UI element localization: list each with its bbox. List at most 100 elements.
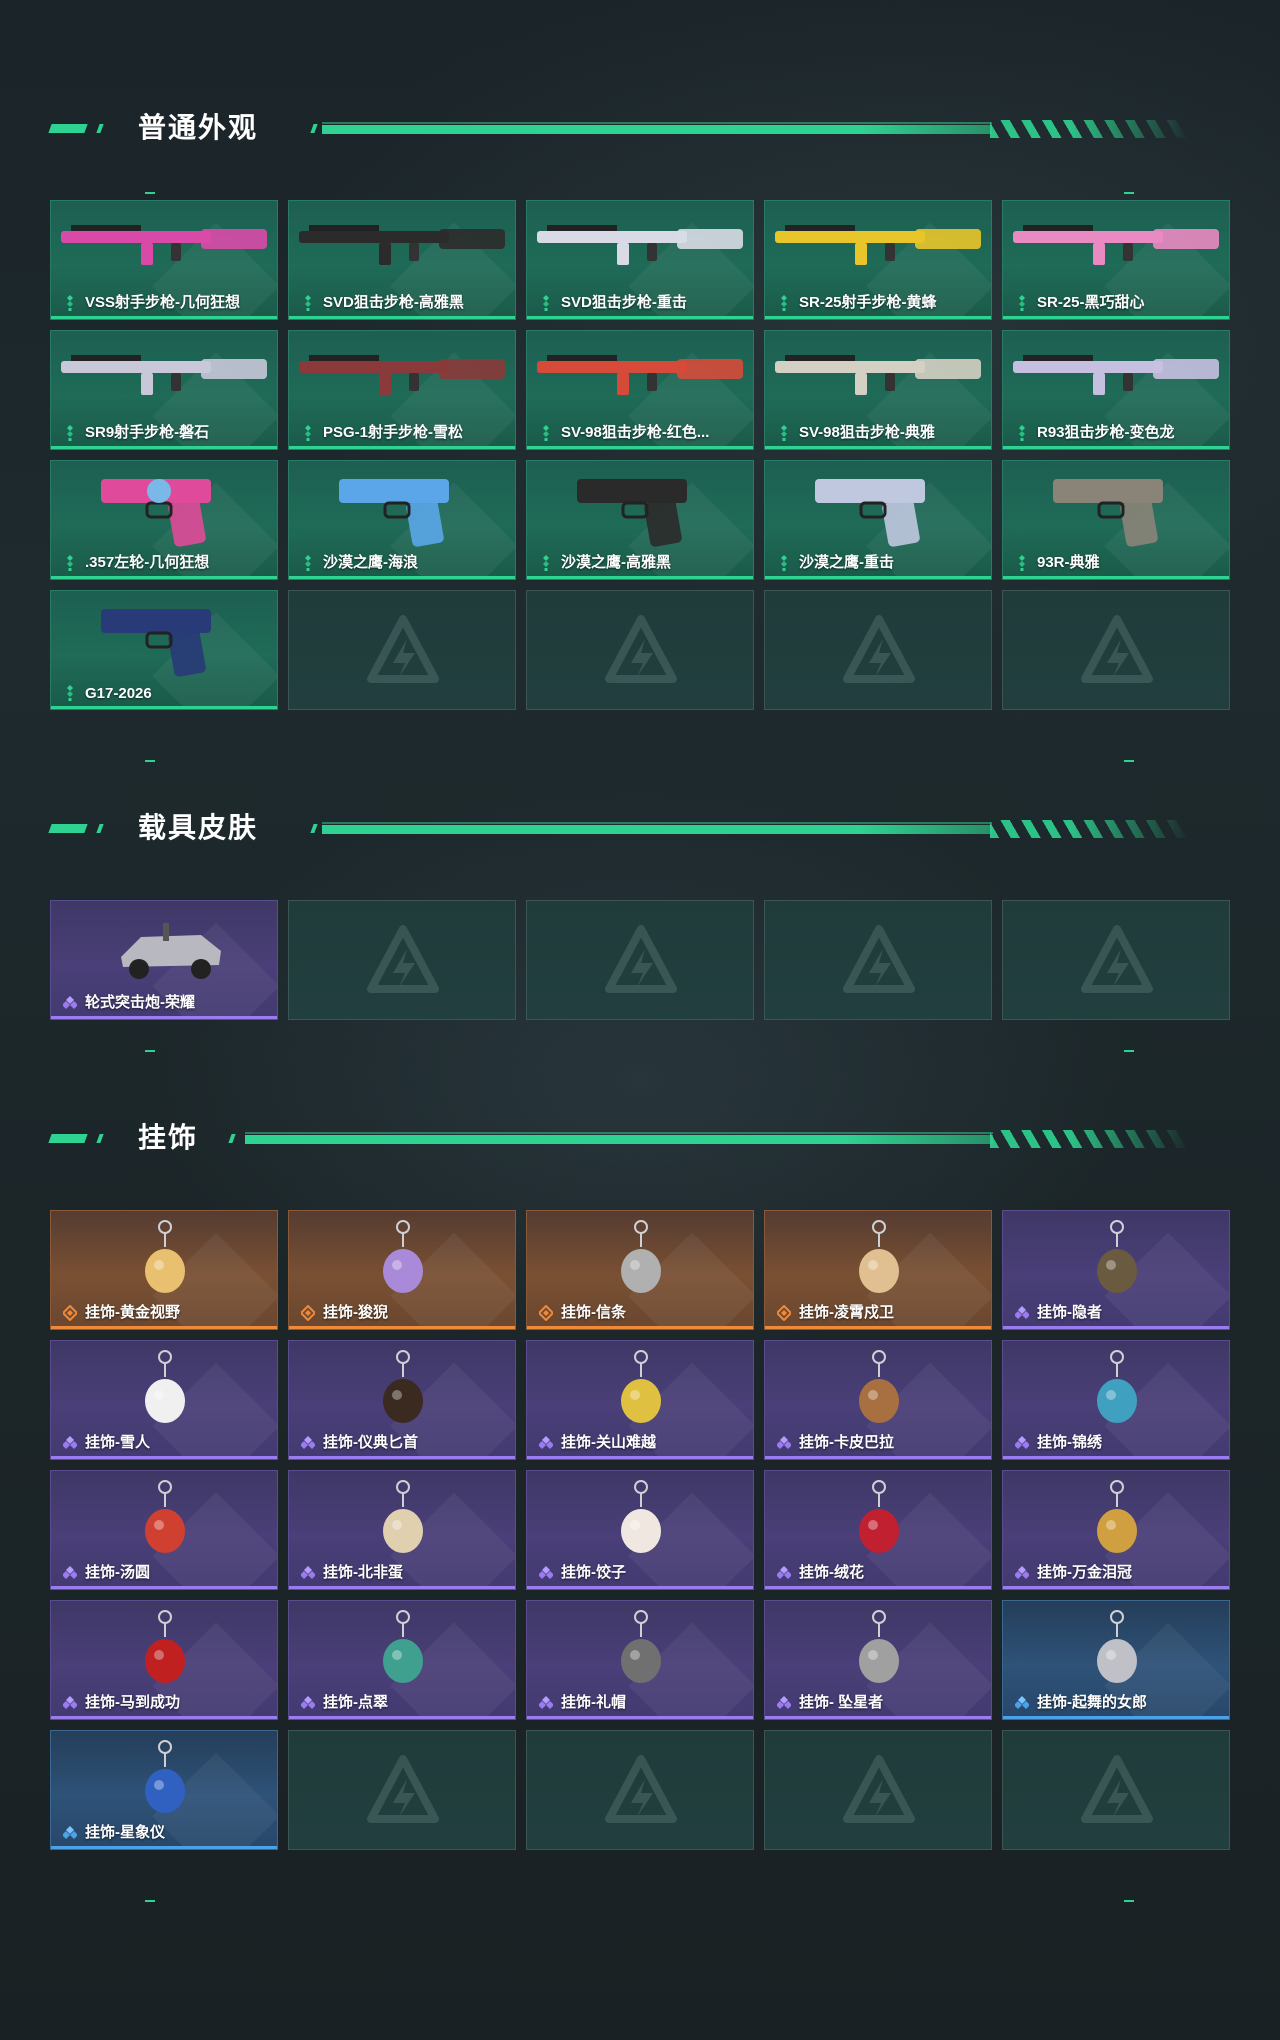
- purple-rarity-icon: [301, 1566, 315, 1579]
- green-rarity-icon: [1019, 425, 1025, 441]
- placeholder-logo-icon: [1081, 615, 1153, 683]
- item-card[interactable]: 挂饰-星象仪: [50, 1730, 278, 1850]
- purple-rarity-icon: [1015, 1566, 1029, 1579]
- item-card[interactable]: 挂饰-锦绣: [1002, 1340, 1230, 1460]
- item-card[interactable]: SV-98狙击步枪-红色...: [526, 330, 754, 450]
- item-card[interactable]: G17-2026: [50, 590, 278, 710]
- header-tick-decoration: [310, 124, 318, 133]
- purple-rarity-icon: [63, 1566, 77, 1579]
- charm-icon: [145, 1740, 185, 1813]
- rifle-icon: [299, 225, 505, 265]
- rarity-bar: [51, 1016, 277, 1019]
- item-card[interactable]: 挂饰-信条: [526, 1210, 754, 1330]
- item-label: 挂饰-饺子: [561, 1564, 626, 1581]
- item-card[interactable]: 轮式突击炮-荣耀: [50, 900, 278, 1020]
- item-label: 93R-典雅: [1037, 554, 1100, 571]
- item-card[interactable]: 挂饰-黄金视野: [50, 1210, 278, 1330]
- item-card[interactable]: SR-25-黑巧甜心: [1002, 200, 1230, 320]
- item-card[interactable]: 挂饰-万金泪冠: [1002, 1470, 1230, 1590]
- charm-icon: [621, 1220, 661, 1293]
- rarity-bar: [527, 446, 753, 449]
- item-card[interactable]: PSG-1射手步枪-雪松: [288, 330, 516, 450]
- charm-icon: [145, 1480, 185, 1553]
- item-card[interactable]: 挂饰-点翠: [288, 1600, 516, 1720]
- purple-rarity-icon: [777, 1566, 791, 1579]
- purple-rarity-icon: [539, 1566, 553, 1579]
- green-rarity-icon: [305, 555, 311, 571]
- item-card[interactable]: SV-98狙击步枪-典雅: [764, 330, 992, 450]
- rarity-bar: [765, 316, 991, 319]
- rifle-icon: [1013, 225, 1219, 265]
- item-card[interactable]: 挂饰- 坠星者: [764, 1600, 992, 1720]
- rarity-bar: [1003, 316, 1229, 319]
- section-title: 普通外观: [138, 112, 259, 143]
- header-dash-decoration: [48, 1134, 88, 1143]
- item-card[interactable]: 挂饰-雪人: [50, 1340, 278, 1460]
- item-label: 挂饰-马到成功: [85, 1694, 180, 1711]
- empty-slot: [764, 900, 992, 1020]
- rarity-bar: [51, 1456, 277, 1459]
- rarity-bar: [289, 1716, 515, 1719]
- pistol-icon: [815, 479, 925, 547]
- empty-slot: [1002, 900, 1230, 1020]
- placeholder-logo-icon: [1081, 925, 1153, 993]
- header-tick-decoration: [228, 1134, 236, 1143]
- charm-icon: [859, 1610, 899, 1683]
- item-card[interactable]: .357左轮-几何狂想: [50, 460, 278, 580]
- rarity-bar: [289, 1456, 515, 1459]
- item-card[interactable]: 挂饰-凌霄戍卫: [764, 1210, 992, 1330]
- item-card[interactable]: R93狙击步枪-变色龙: [1002, 330, 1230, 450]
- green-rarity-icon: [305, 425, 311, 441]
- placeholder-logo-icon: [367, 925, 439, 993]
- item-grid: 轮式突击炮-荣耀: [50, 900, 1230, 1020]
- item-card[interactable]: 沙漠之鹰-重击: [764, 460, 992, 580]
- item-label: G17-2026: [85, 685, 152, 702]
- item-card[interactable]: 挂饰-马到成功: [50, 1600, 278, 1720]
- item-label: .357左轮-几何狂想: [85, 554, 210, 571]
- item-card[interactable]: 挂饰-隐者: [1002, 1210, 1230, 1330]
- purple-rarity-icon: [777, 1696, 791, 1709]
- rarity-bar: [1003, 1586, 1229, 1589]
- corner-mark: [145, 1050, 155, 1052]
- item-label: 沙漠之鹰-高雅黑: [561, 554, 671, 571]
- item-card[interactable]: 93R-典雅: [1002, 460, 1230, 580]
- item-label: 挂饰-锦绣: [1037, 1434, 1102, 1451]
- charm-icon: [621, 1480, 661, 1553]
- orange-rarity-icon: [63, 1305, 77, 1321]
- purple-rarity-icon: [301, 1696, 315, 1709]
- item-card[interactable]: 挂饰-关山难越: [526, 1340, 754, 1460]
- item-card[interactable]: 沙漠之鹰-海浪: [288, 460, 516, 580]
- section-header: 普通外观: [0, 110, 1280, 150]
- item-card[interactable]: 沙漠之鹰-高雅黑: [526, 460, 754, 580]
- rarity-bar: [51, 1586, 277, 1589]
- green-rarity-icon: [543, 555, 549, 571]
- purple-rarity-icon: [63, 1436, 77, 1449]
- placeholder-logo-icon: [1081, 1755, 1153, 1823]
- item-label: 挂饰-黄金视野: [85, 1304, 180, 1321]
- purple-rarity-icon: [777, 1436, 791, 1449]
- item-card[interactable]: 挂饰-汤圆: [50, 1470, 278, 1590]
- rarity-bar: [765, 446, 991, 449]
- item-card[interactable]: 挂饰-狻猊: [288, 1210, 516, 1330]
- rarity-bar: [1003, 1716, 1229, 1719]
- item-card[interactable]: 挂饰-绒花: [764, 1470, 992, 1590]
- green-rarity-icon: [543, 425, 549, 441]
- item-label: 挂饰-绒花: [799, 1564, 864, 1581]
- charm-icon: [1097, 1220, 1137, 1293]
- charm-icon: [621, 1610, 661, 1683]
- item-card[interactable]: 挂饰-仪典匕首: [288, 1340, 516, 1460]
- item-card[interactable]: SR-25射手步枪-黄蜂: [764, 200, 992, 320]
- item-card[interactable]: VSS射手步枪-几何狂想: [50, 200, 278, 320]
- charm-icon: [859, 1220, 899, 1293]
- item-card[interactable]: SR9射手步枪-磐石: [50, 330, 278, 450]
- item-card[interactable]: 挂饰-饺子: [526, 1470, 754, 1590]
- item-card[interactable]: 挂饰-北非蛋: [288, 1470, 516, 1590]
- item-card[interactable]: 挂饰-起舞的女郎: [1002, 1600, 1230, 1720]
- item-card[interactable]: SVD狙击步枪-高雅黑: [288, 200, 516, 320]
- item-card[interactable]: SVD狙击步枪-重击: [526, 200, 754, 320]
- rarity-bar: [51, 446, 277, 449]
- item-card[interactable]: 挂饰-卡皮巴拉: [764, 1340, 992, 1460]
- purple-rarity-icon: [63, 996, 77, 1009]
- orange-rarity-icon: [301, 1305, 315, 1321]
- item-card[interactable]: 挂饰-礼帽: [526, 1600, 754, 1720]
